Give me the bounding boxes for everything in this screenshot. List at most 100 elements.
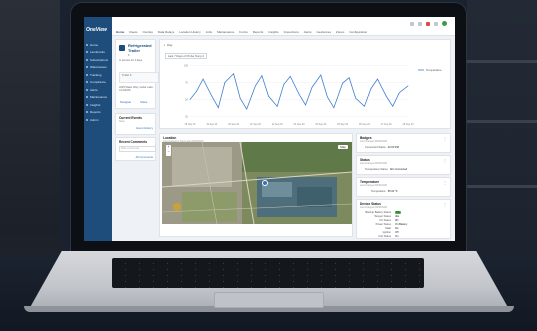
settings-icon[interactable] [434, 21, 438, 26]
data-point [202, 78, 204, 80]
kv-value: 3D [395, 219, 399, 222]
y-tick-label: 75 [185, 80, 188, 84]
data-point [364, 106, 365, 107]
comment-input[interactable]: Write a comment [119, 146, 156, 152]
more-icon[interactable]: ⋮ [443, 180, 447, 185]
top-bar: Home Fleets Overlay Data Relays Location His… [112, 17, 455, 36]
badges-kv: Connected Status 02:00 PM [365, 146, 399, 149]
kv-value: Idle [395, 215, 400, 218]
search-icon[interactable] [410, 21, 414, 26]
tab-zones[interactable]: Zones [336, 30, 344, 34]
tab-jobs[interactable]: Jobs [206, 30, 212, 34]
sidebar-item-warehouses[interactable]: Warehouses [86, 64, 108, 72]
map-type-toggle[interactable]: Map [338, 145, 348, 149]
shelf [462, 60, 537, 63]
temperature-kv: Temperature 55.00 °F [371, 190, 398, 193]
map[interactable]: + − Map [162, 142, 352, 224]
data-point [392, 106, 394, 107]
nav-dot-icon [86, 111, 88, 114]
sidebar-item-maintenance[interactable]: Maintenance [86, 94, 108, 102]
tab-home[interactable]: Home [116, 30, 124, 34]
kv-value: 55.00 °F [387, 190, 398, 193]
laptop-screen: OneView Home Landmarks Subscriptions Wareho… [84, 17, 455, 241]
sidebar-item-label: Alerts [90, 87, 98, 92]
data-point [233, 73, 234, 74]
nav-dot-icon [86, 73, 88, 76]
data-point [377, 78, 378, 80]
comments-card: Recent Comments Write a comment All Comm… [115, 137, 156, 161]
y-tick-label: 25 [185, 115, 188, 119]
sidebar-item-admin[interactable]: Admin [86, 116, 108, 124]
sidebar-item-landmarks[interactable]: Landmarks [86, 49, 108, 57]
data-point [305, 104, 306, 106]
asset-location-marker[interactable] [262, 180, 268, 186]
chart-panel: ▪ Day Last 7 Days of Probe Temp 2 100 75 5… [159, 39, 451, 129]
sidebar-item-label: Tracking [90, 72, 102, 77]
tab-inspections[interactable]: Inspections [284, 30, 299, 34]
sidebar-item-home[interactable]: Home [86, 41, 108, 49]
kv-key: Unit Status [378, 235, 391, 238]
data-point [246, 108, 248, 110]
asset-address: 3225 Water Way, Cedar Lake, CA 94015 [119, 86, 154, 92]
tab-location-history[interactable]: Location History [179, 30, 201, 34]
app-logo[interactable]: OneView [86, 27, 107, 33]
tab-reports[interactable]: Reports [253, 30, 264, 34]
share-link[interactable]: Share [140, 100, 147, 104]
nav-dot-icon [86, 88, 88, 91]
device-status-card: Device Status Last changed 09/30/2020 ⋮ … [356, 199, 451, 239]
temperature-sub: Last changed 09/30/2020 [360, 184, 387, 187]
navigate-link[interactable]: Navigate [120, 100, 131, 104]
sidebar-item-compliance[interactable]: Compliance [86, 79, 108, 87]
status-sub: Last changed 09/30/2020 [360, 162, 387, 165]
map-imagery [162, 142, 352, 224]
data-point [370, 88, 372, 89]
all-comments-link[interactable]: All Comments [136, 155, 153, 159]
tab-data-relays[interactable]: Data Relays [158, 30, 174, 34]
data-point [217, 107, 219, 109]
zoom-out-button[interactable]: − [166, 150, 171, 155]
temperature-chart: 100 75 50 25 18 Sep 20 19 Sep 20 20 Sep 20 21 S… [184, 63, 442, 126]
x-tick-label: 21 Sep 20 [250, 123, 262, 126]
sidebar-item-insights[interactable]: Insights [86, 101, 108, 109]
more-icon[interactable]: ⋮ [443, 202, 447, 207]
data-point [189, 99, 191, 100]
avatar[interactable] [442, 21, 447, 26]
legend-label: Temperature [426, 68, 442, 72]
sidebar-item-subscriptions[interactable]: Subscriptions [86, 56, 108, 64]
x-tick-label: 25 Sep 20 [337, 123, 349, 126]
tab-maintenance[interactable]: Maintenance [217, 30, 234, 34]
badges-sub: Last changed 09/30/2020 [360, 140, 387, 143]
event-history-link[interactable]: Event History [136, 126, 153, 130]
more-icon[interactable]: ⋮ [443, 158, 447, 163]
x-tick-label: 20 Sep 20 [228, 123, 240, 126]
sidebar-item-reports[interactable]: Reports [86, 109, 108, 117]
asset-status-label: Trailer 6 [122, 74, 132, 77]
tab-configuration[interactable]: Configuration [349, 30, 367, 34]
sidebar-item-alerts[interactable]: Alerts [86, 86, 108, 94]
zoom-control: + − [166, 145, 171, 156]
kv-key: Fix Status [379, 219, 391, 222]
x-tick-label: 24 Sep 20 [315, 123, 327, 126]
device-kv-row: Power Status On Battery [361, 223, 411, 226]
tab-fleets[interactable]: Fleets [129, 30, 137, 34]
nav-dot-icon [86, 96, 88, 99]
notification-icon[interactable] [426, 21, 430, 26]
x-tick-label: 28 Sep 20 [403, 123, 415, 126]
data-point [283, 84, 285, 85]
tab-alerts[interactable]: Alerts [304, 30, 312, 34]
x-tick-label: 22 Sep 20 [272, 123, 284, 126]
data-point [298, 93, 300, 95]
events-sub: None [119, 120, 125, 123]
tab-insights[interactable]: Insights [268, 30, 278, 34]
asset-id: 6 [128, 54, 130, 57]
sidebar-item-label: Home [90, 42, 99, 47]
top-icons [410, 21, 447, 26]
help-icon[interactable] [418, 21, 422, 26]
tab-overlay[interactable]: Overlay [143, 30, 153, 34]
tab-geofences[interactable]: Geofences [316, 30, 331, 34]
keyboard [112, 258, 424, 288]
events-card: Current Events None Event History [115, 113, 156, 135]
tab-forms[interactable]: Forms [239, 30, 248, 34]
sidebar-item-tracking[interactable]: Tracking [86, 71, 108, 79]
more-icon[interactable]: ⋮ [443, 136, 447, 141]
